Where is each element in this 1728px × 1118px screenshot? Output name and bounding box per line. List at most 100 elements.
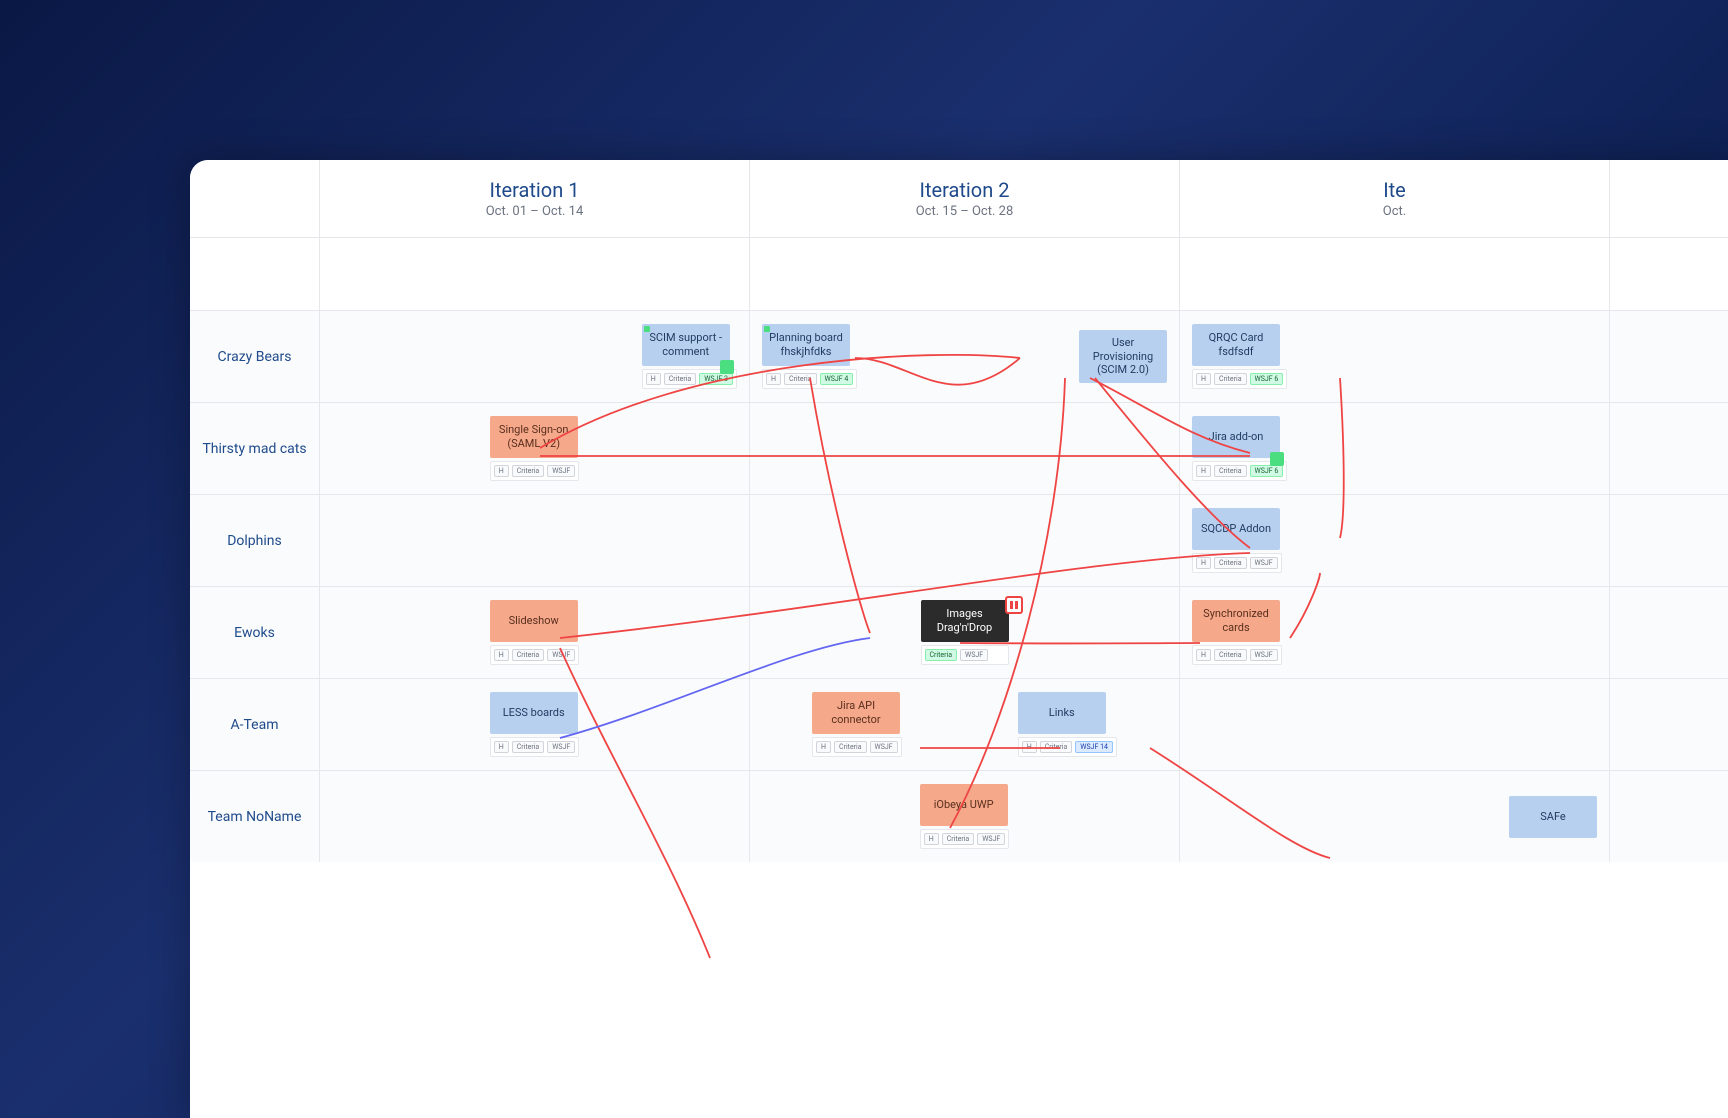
meta-chip: H (816, 741, 831, 753)
card-label: Planning board fhskjhfdks (766, 331, 846, 359)
cell[interactable] (750, 495, 1180, 586)
meta-chip: Criteria (512, 465, 545, 477)
cell[interactable]: Jira API connector H Criteria WSJF Links (750, 679, 1180, 770)
team-label: Ewoks (190, 587, 320, 678)
card-label: SAFe (1540, 810, 1566, 824)
meta-chip: H (1022, 741, 1037, 753)
card-meta: H Criteria WSJF (812, 737, 902, 757)
team-label: Thirsty mad cats (190, 403, 320, 494)
meta-chip: WSJF (1250, 649, 1278, 661)
card-sqcdp[interactable]: SQCDP Addon (1192, 508, 1280, 550)
cell[interactable]: Planning board fhskjhfdks H Criteria WSJ… (750, 311, 1180, 402)
team-row-noname: Team NoName iObeya UWP H Criteria WSJF (190, 770, 1728, 862)
card-label: Links (1049, 706, 1075, 720)
cell[interactable]: SQCDP Addon H Criteria WSJF (1180, 495, 1610, 586)
status-dot-icon (644, 326, 650, 332)
cell[interactable] (750, 403, 1180, 494)
pause-icon (1005, 596, 1023, 614)
card-label: User Provisioning (SCIM 2.0) (1083, 336, 1163, 377)
card-iobeya[interactable]: iObeya UWP (920, 784, 1008, 826)
card-label: Jira API connector (816, 699, 896, 727)
card-images-dnd[interactable]: Images Drag'n'Drop (921, 600, 1009, 642)
iteration-header-3[interactable]: Ite Oct. (1180, 160, 1610, 237)
card-label: Single Sign-on (SAML V2) (494, 423, 574, 451)
meta-chip: Criteria (925, 649, 958, 661)
cell[interactable]: iObeya UWP H Criteria WSJF (750, 771, 1180, 862)
cell[interactable] (320, 771, 750, 862)
card-sync-cards[interactable]: Synchronized cards (1192, 600, 1280, 642)
cell[interactable] (320, 495, 750, 586)
cell[interactable]: Synchronized cards H Criteria WSJF (1180, 587, 1610, 678)
card-meta: H Criteria WSJF 6 (1192, 369, 1287, 389)
meta-chip: WSJF (547, 741, 575, 753)
card-meta: H Criteria WSJF (1192, 645, 1282, 665)
gap-row (190, 238, 1728, 310)
card-user-provisioning[interactable]: User Provisioning (SCIM 2.0) (1079, 330, 1167, 383)
cell[interactable]: QRQC Card fsdfsdf H Criteria WSJF 6 (1180, 311, 1610, 402)
card-label: Jira add-on (1209, 430, 1264, 444)
card-meta: H Criteria WSJF (490, 737, 580, 757)
card-planning-board[interactable]: Planning board fhskjhfdks (762, 324, 850, 366)
team-row-a-team: A-Team LESS boards H Criteria WSJF (190, 678, 1728, 770)
team-row-thirsty-cats: Thirsty mad cats Single Sign-on (SAML V2… (190, 402, 1728, 494)
card-label: SQCDP Addon (1201, 522, 1271, 536)
header-spacer (190, 160, 320, 237)
card-meta: H Criteria WSJF (920, 829, 1010, 849)
meta-chip: WSJF 6 (1250, 373, 1284, 385)
cell[interactable]: Slideshow H Criteria WSJF (320, 587, 750, 678)
meta-chip: H (766, 373, 781, 385)
iteration-header-1[interactable]: Iteration 1 Oct. 01 – Oct. 14 (320, 160, 750, 237)
meta-chip: WSJF 4 (820, 373, 854, 385)
card-label: iObeya UWP (934, 798, 994, 812)
card-links[interactable]: Links (1018, 692, 1106, 734)
flag-icon (1270, 452, 1284, 466)
card-safe[interactable]: SAFe (1509, 796, 1597, 838)
cell[interactable]: SCIM support - comment H Criteria WSJF 3 (320, 311, 750, 402)
meta-chip: Criteria (1214, 373, 1247, 385)
meta-chip: WSJF (547, 649, 575, 661)
meta-chip: Criteria (1214, 557, 1247, 569)
card-label: SCIM support - comment (646, 331, 726, 359)
card-meta: H Criteria WSJF 4 (762, 369, 857, 389)
card-meta: H Criteria WSJF (1192, 553, 1282, 573)
meta-chip: Criteria (784, 373, 817, 385)
iteration-title: Iteration 1 (490, 178, 580, 202)
meta-chip: WSJF (1250, 557, 1278, 569)
cell[interactable] (1180, 679, 1610, 770)
team-row-dolphins: Dolphins SQCDP Addon H Criteria WSJF (190, 494, 1728, 586)
meta-chip: WSJF 3 (699, 373, 733, 385)
card-slideshow[interactable]: Slideshow (490, 600, 578, 642)
cell[interactable]: LESS boards H Criteria WSJF (320, 679, 750, 770)
iteration-dates: Oct. 15 – Oct. 28 (916, 204, 1014, 219)
iteration-dates: Oct. (1383, 204, 1406, 219)
card-less-boards[interactable]: LESS boards (490, 692, 578, 734)
iteration-title: Iteration 2 (920, 178, 1010, 202)
card-label: QRQC Card fsdfsdf (1196, 331, 1276, 359)
iteration-header-row: Iteration 1 Oct. 01 – Oct. 14 Iteration … (190, 160, 1728, 238)
meta-chip: Criteria (664, 373, 697, 385)
cell[interactable]: Images Drag'n'Drop Criteria WSJF (750, 587, 1180, 678)
meta-chip: H (494, 741, 509, 753)
meta-chip: Criteria (942, 833, 975, 845)
card-label: LESS boards (503, 706, 565, 720)
card-qrqc[interactable]: QRQC Card fsdfsdf (1192, 324, 1280, 366)
card-label: Synchronized cards (1196, 607, 1276, 635)
team-label: Team NoName (190, 771, 320, 862)
card-meta: H Criteria WSJF (490, 461, 580, 481)
team-row-ewoks: Ewoks Slideshow H Criteria WSJF (190, 586, 1728, 678)
card-sso[interactable]: Single Sign-on (SAML V2) (490, 416, 578, 458)
cell[interactable]: SAFe (1180, 771, 1610, 862)
iteration-header-2[interactable]: Iteration 2 Oct. 15 – Oct. 28 (750, 160, 1180, 237)
meta-chip: Criteria (512, 741, 545, 753)
team-row-crazy-bears: Crazy Bears SCIM support - comment H Cri… (190, 310, 1728, 402)
cell[interactable]: Single Sign-on (SAML V2) H Criteria WSJF (320, 403, 750, 494)
meta-chip: Criteria (1040, 741, 1073, 753)
card-jira-api[interactable]: Jira API connector (812, 692, 900, 734)
meta-chip: H (1196, 649, 1211, 661)
cell[interactable]: Jira add-on H Criteria WSJF 6 (1180, 403, 1610, 494)
card-scim-support[interactable]: SCIM support - comment (642, 324, 730, 366)
team-label: A-Team (190, 679, 320, 770)
card-jira-addon[interactable]: Jira add-on (1192, 416, 1280, 458)
card-label: Images Drag'n'Drop (925, 607, 1005, 635)
meta-chip: WSJF (977, 833, 1005, 845)
